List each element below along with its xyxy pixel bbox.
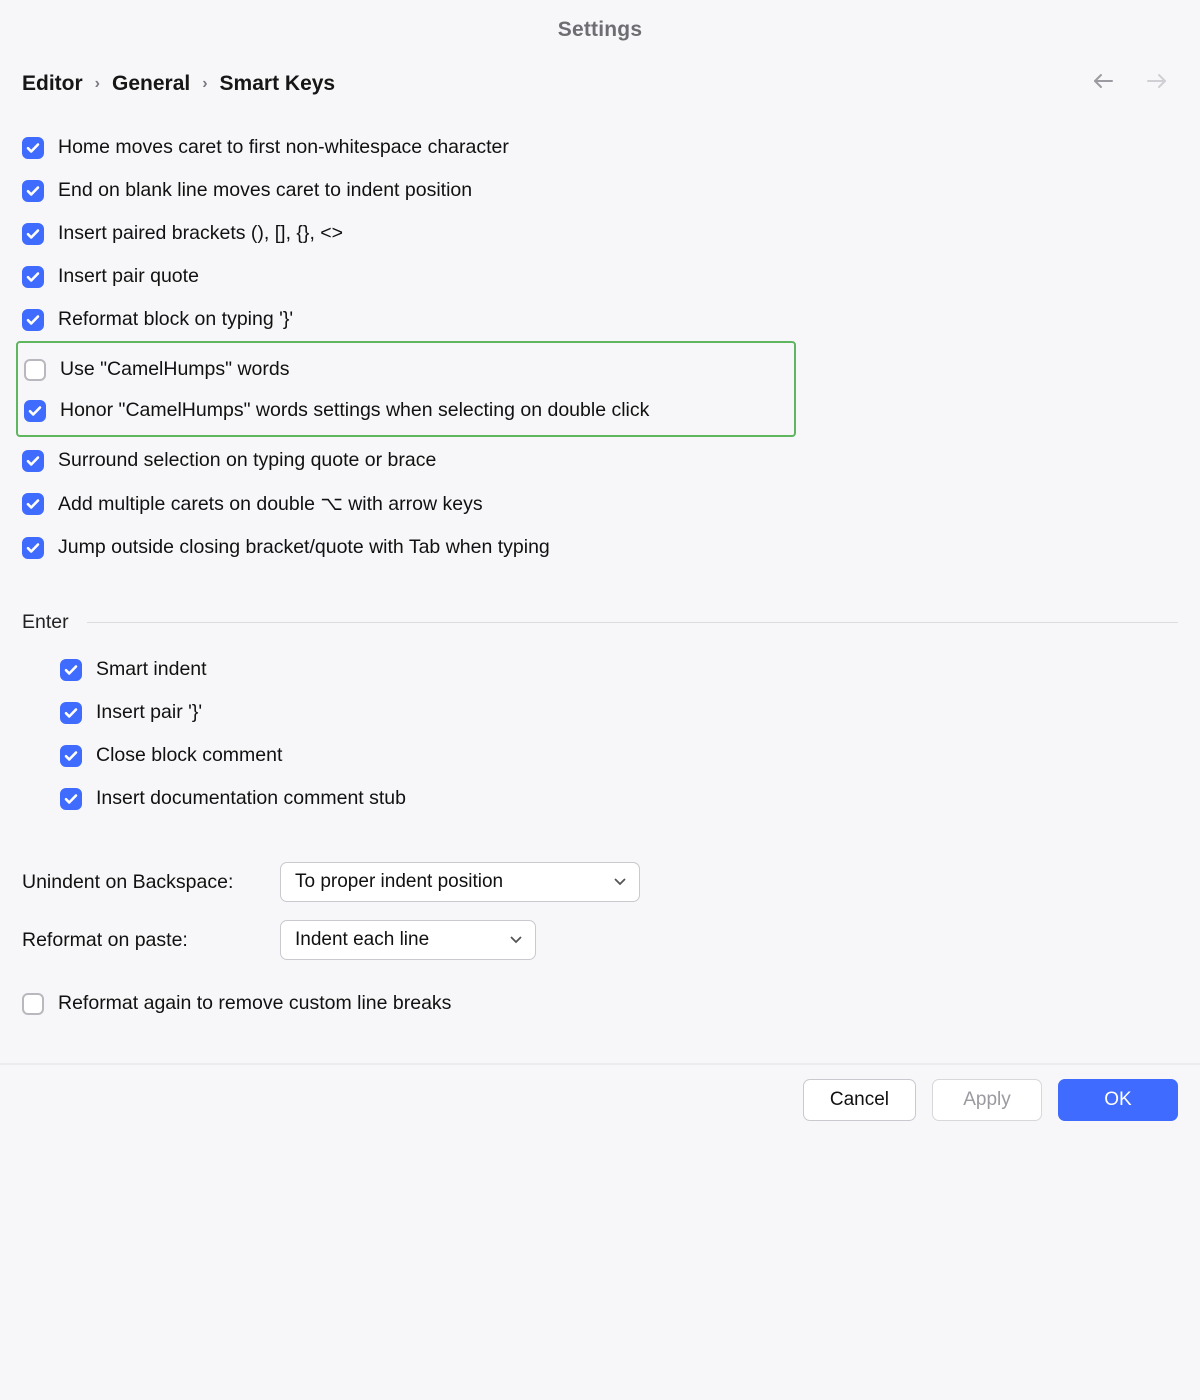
option-end-blank-line[interactable]: End on blank line moves caret to indent … (22, 169, 1178, 212)
checkbox-insert-doc-stub[interactable] (60, 788, 82, 810)
option-reformat-on-brace[interactable]: Reformat block on typing '}' (22, 298, 1178, 341)
divider (87, 622, 1178, 623)
checkbox-use-camelhumps[interactable] (24, 359, 46, 381)
checkbox-insert-paired-brackets[interactable] (22, 223, 44, 245)
page-title: Settings (22, 12, 1178, 70)
forward-icon[interactable] (1146, 72, 1168, 96)
option-label: Add multiple carets on double ⌥ with arr… (58, 492, 483, 516)
highlight-box: Use "CamelHumps" words Honor "CamelHumps"… (16, 341, 796, 437)
option-label: Insert pair quote (58, 265, 199, 288)
breadcrumb: Editor › General › Smart Keys (22, 72, 335, 96)
unindent-value: To proper indent position (295, 871, 503, 893)
option-home-caret[interactable]: Home moves caret to first non-whitespace… (22, 126, 1178, 169)
breadcrumb-general[interactable]: General (112, 72, 190, 96)
checkbox-reformat-again[interactable] (22, 993, 44, 1015)
option-label: Insert paired brackets (), [], {}, <> (58, 222, 343, 245)
breadcrumb-smartkeys[interactable]: Smart Keys (220, 72, 336, 96)
option-insert-pair-brace[interactable]: Insert pair '}' (60, 691, 1178, 734)
option-surround-selection[interactable]: Surround selection on typing quote or br… (22, 439, 1178, 482)
cancel-button[interactable]: Cancel (803, 1079, 916, 1121)
checkbox-end-blank-line[interactable] (22, 180, 44, 202)
unindent-select[interactable]: To proper indent position (280, 862, 640, 902)
option-label: Close block comment (96, 744, 282, 767)
checkbox-smart-indent[interactable] (60, 659, 82, 681)
option-label: Reformat again to remove custom line bre… (58, 992, 451, 1015)
option-label: Use "CamelHumps" words (60, 358, 290, 381)
back-icon[interactable] (1092, 72, 1114, 96)
checkbox-close-block-comment[interactable] (60, 745, 82, 767)
checkbox-reformat-on-brace[interactable] (22, 309, 44, 331)
checkbox-honor-camelhumps[interactable] (24, 400, 46, 422)
option-reformat-again[interactable]: Reformat again to remove custom line bre… (22, 982, 1178, 1025)
apply-button[interactable]: Apply (932, 1079, 1042, 1121)
option-label: Jump outside closing bracket/quote with … (58, 536, 550, 559)
option-label: End on blank line moves caret to indent … (58, 179, 472, 202)
dialog-footer: Cancel Apply OK (0, 1063, 1200, 1135)
option-label: Insert documentation comment stub (96, 787, 406, 810)
chevron-down-icon (509, 929, 523, 951)
option-label: Honor "CamelHumps" words settings when s… (60, 399, 649, 422)
checkbox-multi-caret-option[interactable] (22, 493, 44, 515)
reformat-paste-label: Reformat on paste: (22, 929, 280, 952)
option-multi-caret-option[interactable]: Add multiple carets on double ⌥ with arr… (22, 482, 1178, 526)
reformat-paste-value: Indent each line (295, 929, 429, 951)
option-smart-indent[interactable]: Smart indent (60, 648, 1178, 691)
checkbox-home-caret[interactable] (22, 137, 44, 159)
option-jump-outside[interactable]: Jump outside closing bracket/quote with … (22, 526, 1178, 569)
option-honor-camelhumps[interactable]: Honor "CamelHumps" words settings when s… (22, 390, 790, 431)
option-close-block-comment[interactable]: Close block comment (60, 734, 1178, 777)
checkbox-surround-selection[interactable] (22, 450, 44, 472)
option-label: Surround selection on typing quote or br… (58, 449, 436, 472)
checkbox-insert-pair-brace[interactable] (60, 702, 82, 724)
checkbox-jump-outside[interactable] (22, 537, 44, 559)
chevron-down-icon (613, 871, 627, 893)
option-insert-paired-brackets[interactable]: Insert paired brackets (), [], {}, <> (22, 212, 1178, 255)
reformat-paste-select[interactable]: Indent each line (280, 920, 536, 960)
option-label: Home moves caret to first non-whitespace… (58, 136, 509, 159)
option-insert-pair-quote[interactable]: Insert pair quote (22, 255, 1178, 298)
option-insert-doc-stub[interactable]: Insert documentation comment stub (60, 777, 1178, 820)
chevron-right-icon: › (202, 75, 207, 93)
unindent-label: Unindent on Backspace: (22, 871, 280, 894)
option-use-camelhumps[interactable]: Use "CamelHumps" words (22, 349, 790, 390)
chevron-right-icon: › (95, 75, 100, 93)
checkbox-insert-pair-quote[interactable] (22, 266, 44, 288)
ok-button[interactable]: OK (1058, 1079, 1178, 1121)
breadcrumb-editor[interactable]: Editor (22, 72, 83, 96)
option-label: Smart indent (96, 658, 207, 681)
option-label: Insert pair '}' (96, 701, 202, 724)
section-enter-title: Enter (22, 611, 69, 634)
option-label: Reformat block on typing '}' (58, 308, 293, 331)
